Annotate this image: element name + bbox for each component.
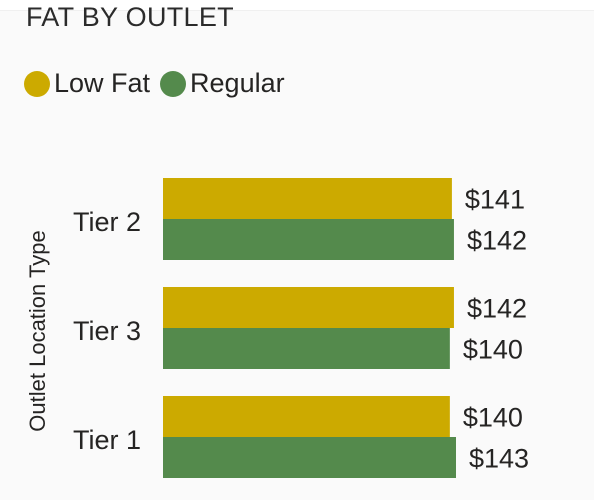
bar-tier-3-regular	[163, 328, 450, 369]
bar-tier-3-low-fat	[163, 287, 454, 328]
bar-tier-2-low-fat	[163, 178, 452, 219]
data-label-tier-1-low-fat: $140	[463, 403, 523, 433]
bar-tier-2-regular	[163, 219, 454, 260]
chart-card: FAT BY OUTLET Low Fat Regular Tier 2 $141…	[0, 0, 594, 500]
bar-tier-1-regular	[163, 437, 456, 478]
data-label-tier-3-low-fat: $142	[467, 294, 527, 324]
bar-tier-1-low-fat	[163, 396, 450, 437]
category-label-tier-2: Tier 2	[73, 207, 141, 237]
category-label-tier-3: Tier 3	[73, 316, 141, 346]
data-label-tier-2-regular: $142	[467, 226, 527, 256]
plot-area: Tier 2 $141 $142 Tier 3 $142 $140 Tier 1 $140 $1…	[25, 178, 529, 478]
data-label-tier-1-regular: $143	[469, 444, 529, 474]
y-axis-title: Outlet Location Type	[25, 230, 50, 431]
data-label-tier-3-regular: $140	[463, 335, 523, 365]
category-label-tier-1: Tier 1	[73, 425, 141, 455]
data-label-tier-2-low-fat: $141	[465, 185, 525, 215]
